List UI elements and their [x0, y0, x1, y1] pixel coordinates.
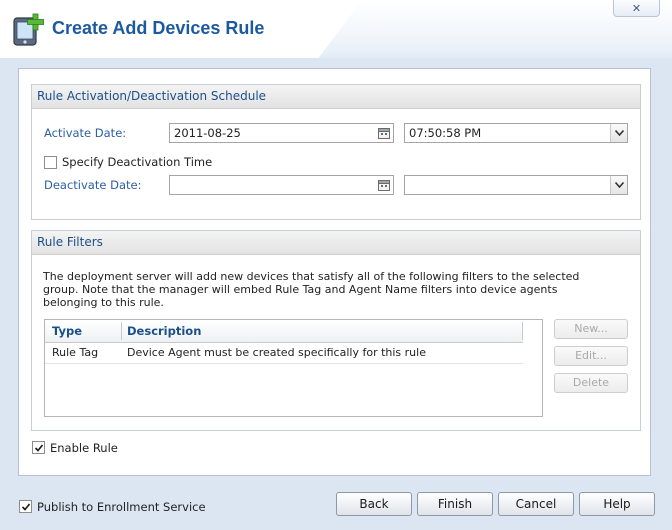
column-description[interactable]: Description — [127, 320, 201, 342]
row-type: Rule Tag — [52, 346, 99, 359]
table-row[interactable]: Rule Tag Device Agent must be created sp… — [45, 343, 523, 364]
chevron-down-icon — [614, 182, 624, 188]
dropdown-arrow[interactable] — [610, 176, 627, 194]
filters-table: Type Description Rule Tag Device Agent m… — [44, 319, 543, 417]
enable-rule-checkbox[interactable] — [32, 441, 45, 454]
activate-date-field[interactable]: 2011-08-25 — [169, 123, 394, 143]
edit-filter-button[interactable]: Edit... — [554, 346, 628, 366]
calendar-icon — [378, 128, 390, 139]
dialog-header: Create Add Devices Rule ✕ — [0, 0, 672, 58]
deactivate-date-field[interactable] — [169, 175, 394, 195]
check-icon — [34, 443, 43, 452]
page-title: Create Add Devices Rule — [52, 18, 265, 38]
chevron-down-icon — [614, 130, 624, 136]
column-divider — [522, 322, 523, 340]
publish-label: Publish to Enrollment Service — [37, 500, 206, 514]
activate-date-value: 2011-08-25 — [174, 126, 241, 140]
specify-deactivation-checkbox[interactable] — [44, 156, 57, 169]
specify-deactivation-label: Specify Deactivation Time — [62, 155, 213, 169]
schedule-group: Rule Activation/Deactivation Schedule Ac… — [31, 84, 641, 220]
help-button[interactable]: Help — [579, 492, 655, 516]
finish-button[interactable]: Finish — [417, 492, 493, 516]
column-divider — [121, 322, 122, 340]
rule-filters-header: Rule Filters — [32, 231, 640, 255]
publish-checkbox[interactable] — [19, 500, 32, 513]
main-panel: Rule Activation/Deactivation Schedule Ac… — [18, 68, 651, 476]
check-icon — [21, 502, 30, 511]
new-filter-button[interactable]: New... — [554, 319, 628, 339]
calendar-icon — [378, 180, 390, 191]
enable-rule-label: Enable Rule — [50, 441, 118, 455]
rule-filters-group: Rule Filters The deployment server will … — [31, 230, 641, 431]
close-button[interactable]: ✕ — [613, 0, 660, 17]
calendar-button[interactable] — [376, 125, 392, 141]
schedule-header: Rule Activation/Deactivation Schedule — [32, 85, 640, 109]
delete-filter-button[interactable]: Delete — [554, 373, 628, 393]
close-icon: ✕ — [631, 1, 642, 15]
deactivate-date-label: Deactivate Date: — [44, 178, 142, 192]
row-description: Device Agent must be created specificall… — [127, 346, 426, 359]
add-device-icon — [13, 13, 44, 46]
deactivate-time-select[interactable] — [404, 175, 628, 195]
calendar-button[interactable] — [376, 177, 392, 193]
filters-description: The deployment server will add new devic… — [43, 270, 580, 309]
table-header: Type Description — [45, 320, 523, 343]
back-button[interactable]: Back — [336, 492, 412, 516]
cancel-button[interactable]: Cancel — [498, 492, 574, 516]
activate-date-label: Activate Date: — [44, 126, 127, 140]
dropdown-arrow[interactable] — [610, 124, 627, 142]
column-type[interactable]: Type — [52, 320, 82, 342]
activate-time-select[interactable]: 07:50:58 PM — [404, 123, 628, 143]
activate-time-value: 07:50:58 PM — [409, 126, 482, 140]
